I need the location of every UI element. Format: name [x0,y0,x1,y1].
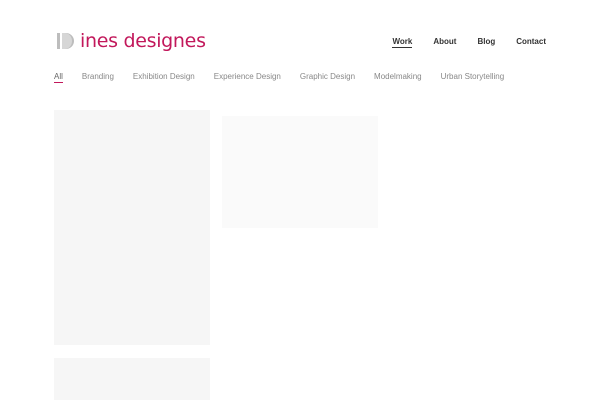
project-tile-placeholder[interactable] [54,358,210,400]
logo-mark-icon [57,33,74,49]
filter-exhibition-design[interactable]: Exhibition Design [133,72,195,83]
project-tile-placeholder[interactable] [54,110,210,345]
filter-all[interactable]: All [54,72,63,83]
filter-branding[interactable]: Branding [82,72,114,83]
nav-blog[interactable]: Blog [477,37,495,48]
project-tile-placeholder[interactable] [222,116,378,228]
logo-text: ines designes [80,30,206,52]
logo-link[interactable]: ines designes [56,30,206,52]
category-filters: All Branding Exhibition Design Experienc… [54,72,504,83]
filter-graphic-design[interactable]: Graphic Design [300,72,355,83]
main-nav: Work About Blog Contact [392,37,546,48]
nav-about[interactable]: About [433,37,456,48]
filter-experience-design[interactable]: Experience Design [214,72,281,83]
nav-work[interactable]: Work [392,37,413,48]
filter-urban-storytelling[interactable]: Urban Storytelling [441,72,505,83]
nav-contact[interactable]: Contact [516,37,546,48]
page: ines designes Work About Blog Contact Al… [0,0,600,400]
filter-modelmaking[interactable]: Modelmaking [374,72,422,83]
